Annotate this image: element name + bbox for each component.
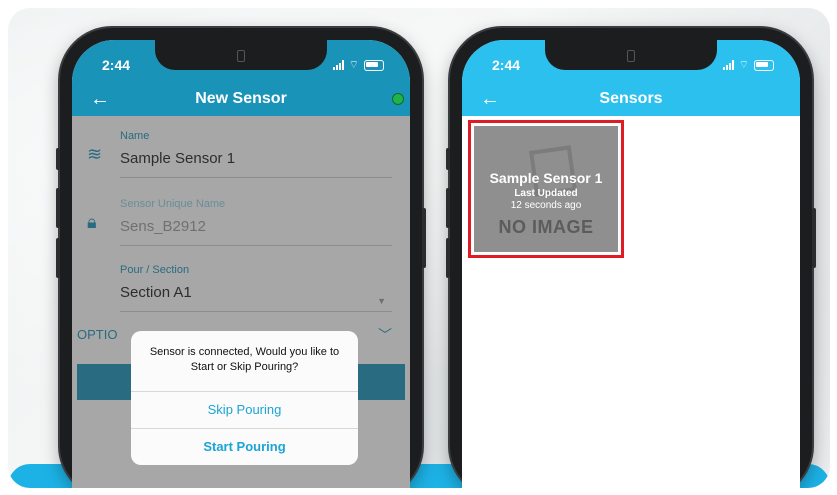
notch bbox=[155, 40, 327, 70]
sensor-list: Sample Sensor 1 Last Updated 12 seconds … bbox=[462, 116, 800, 488]
no-image-label: NO IMAGE bbox=[498, 217, 594, 237]
notch bbox=[545, 40, 717, 70]
background-card: 2:44 ⌔ ← New Sensor ≋ Name Sample Sensor… bbox=[8, 8, 830, 488]
back-arrow-icon[interactable]: ← bbox=[90, 88, 110, 111]
start-pouring-button[interactable]: Start Pouring bbox=[131, 428, 358, 465]
sensor-name: Sample Sensor 1 bbox=[489, 170, 603, 186]
battery-icon bbox=[364, 59, 384, 71]
status-time: 2:44 bbox=[492, 57, 521, 73]
status-icons: ⌔ bbox=[722, 58, 774, 72]
volume-up-button bbox=[56, 188, 60, 228]
phone-sensors: 2:44 ⌔ ← Sensors Sample Sensor 1 Last Up… bbox=[446, 28, 816, 488]
dialog-message: Sensor is connected, Would you like to S… bbox=[149, 346, 340, 373]
sensor-tile-highlight[interactable]: Sample Sensor 1 Last Updated 12 seconds … bbox=[468, 120, 624, 258]
mute-switch bbox=[446, 148, 450, 170]
skip-pouring-button[interactable]: Skip Pouring bbox=[131, 391, 358, 428]
last-updated-label: Last Updated bbox=[514, 188, 578, 199]
volume-down-button bbox=[446, 238, 450, 278]
signal-icon bbox=[722, 60, 734, 70]
phone-new-sensor: 2:44 ⌔ ← New Sensor ≋ Name Sample Sensor… bbox=[56, 28, 426, 488]
screen: 2:44 ⌔ ← New Sensor ≋ Name Sample Sensor… bbox=[72, 40, 410, 488]
battery-icon bbox=[754, 59, 774, 71]
wifi-icon: ⌔ bbox=[348, 59, 359, 71]
mute-switch bbox=[56, 148, 60, 170]
connection-status-dot bbox=[392, 93, 404, 105]
power-button bbox=[812, 208, 816, 268]
volume-down-button bbox=[56, 238, 60, 278]
volume-up-button bbox=[446, 188, 450, 228]
page-title: Sensors bbox=[599, 90, 663, 107]
status-icons: ⌔ bbox=[332, 58, 384, 72]
power-button bbox=[422, 208, 426, 268]
status-time: 2:44 bbox=[102, 57, 131, 73]
signal-icon bbox=[332, 60, 344, 70]
screen: 2:44 ⌔ ← Sensors Sample Sensor 1 Last Up… bbox=[462, 40, 800, 488]
wifi-icon: ⌔ bbox=[738, 59, 749, 71]
nav-bar: ← Sensors bbox=[462, 82, 800, 116]
last-updated-value: 12 seconds ago bbox=[510, 200, 582, 211]
page-title: New Sensor bbox=[195, 90, 287, 107]
nav-bar: ← New Sensor bbox=[72, 82, 410, 116]
back-arrow-icon[interactable]: ← bbox=[480, 88, 500, 111]
sensor-tile[interactable]: Sample Sensor 1 Last Updated 12 seconds … bbox=[474, 126, 618, 252]
pour-dialog: Sensor is connected, Would you like to S… bbox=[131, 331, 358, 465]
